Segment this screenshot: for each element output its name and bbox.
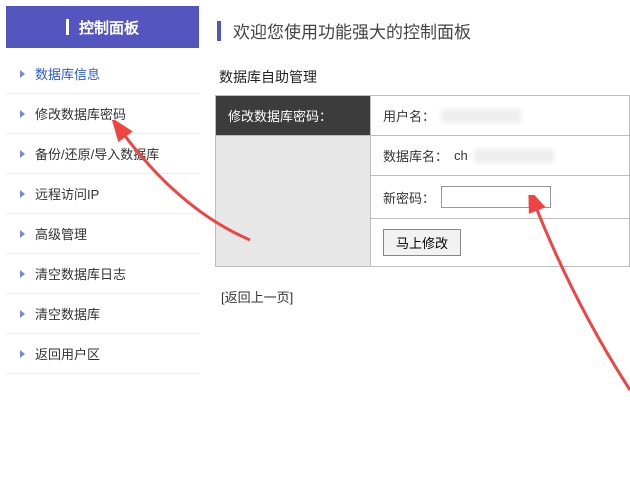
header-bar-icon [66, 19, 69, 35]
sidebar-item-advanced[interactable]: 高级管理 [6, 214, 199, 254]
dbname-cell: 数据库名： ch [371, 136, 630, 176]
form-side-cell [216, 136, 371, 267]
back-link[interactable]: [返回上一页] [221, 287, 293, 306]
newpwd-input[interactable] [441, 186, 551, 208]
sidebar-item-change-password[interactable]: 修改数据库密码 [6, 94, 199, 134]
username-label: 用户名： [383, 106, 435, 125]
newpwd-label: 新密码： [383, 188, 435, 207]
sidebar-item-label: 清空数据库日志 [35, 264, 126, 283]
dbname-value: ch [454, 148, 468, 163]
sidebar-item-label: 数据库信息 [35, 64, 100, 83]
sidebar-item-backup[interactable]: 备份/还原/导入数据库 [6, 134, 199, 174]
bullet-icon [20, 150, 25, 158]
bullet-icon [20, 190, 25, 198]
bullet-icon [20, 110, 25, 118]
title-bar-icon [217, 21, 221, 41]
newpwd-cell: 新密码： [371, 176, 630, 219]
form-header-cell: 修改数据库密码： [216, 96, 371, 136]
sidebar: 控制面板 数据库信息 修改数据库密码 备份/还原/导入数据库 远程访问IP 高级… [0, 0, 205, 500]
sidebar-item-label: 备份/还原/导入数据库 [35, 144, 159, 163]
sidebar-item-label: 高级管理 [35, 224, 87, 243]
sidebar-item-clear-db[interactable]: 清空数据库 [6, 294, 199, 334]
submit-cell: 马上修改 [371, 219, 630, 267]
main-content: 欢迎您使用功能强大的控制面板 数据库自助管理 修改数据库密码： 用户名： 数据库… [205, 0, 630, 500]
sidebar-item-label: 清空数据库 [35, 304, 100, 323]
bullet-icon [20, 310, 25, 318]
sidebar-item-label: 远程访问IP [35, 184, 99, 203]
section-title: 数据库自助管理 [219, 67, 630, 87]
sidebar-item-clear-logs[interactable]: 清空数据库日志 [6, 254, 199, 294]
page-title: 欢迎您使用功能强大的控制面板 [233, 18, 471, 43]
sidebar-item-db-info[interactable]: 数据库信息 [6, 54, 199, 94]
form-table: 修改数据库密码： 用户名： 数据库名： ch [215, 95, 630, 267]
sidebar-title: 控制面板 [79, 17, 139, 38]
sidebar-menu: 数据库信息 修改数据库密码 备份/还原/导入数据库 远程访问IP 高级管理 清空… [6, 54, 199, 374]
bullet-icon [20, 270, 25, 278]
username-value [441, 109, 521, 123]
bullet-icon [20, 70, 25, 78]
sidebar-item-label: 返回用户区 [35, 344, 100, 363]
submit-button[interactable]: 马上修改 [383, 229, 461, 256]
bullet-icon [20, 230, 25, 238]
dbname-label: 数据库名： [383, 146, 448, 165]
sidebar-item-label: 修改数据库密码 [35, 104, 126, 123]
sidebar-header: 控制面板 [6, 6, 199, 48]
bullet-icon [20, 350, 25, 358]
sidebar-item-remote-ip[interactable]: 远程访问IP [6, 174, 199, 214]
sidebar-item-return[interactable]: 返回用户区 [6, 334, 199, 374]
username-cell: 用户名： [371, 96, 630, 136]
dbname-blur [474, 149, 554, 163]
main-title-wrap: 欢迎您使用功能强大的控制面板 [215, 0, 630, 61]
